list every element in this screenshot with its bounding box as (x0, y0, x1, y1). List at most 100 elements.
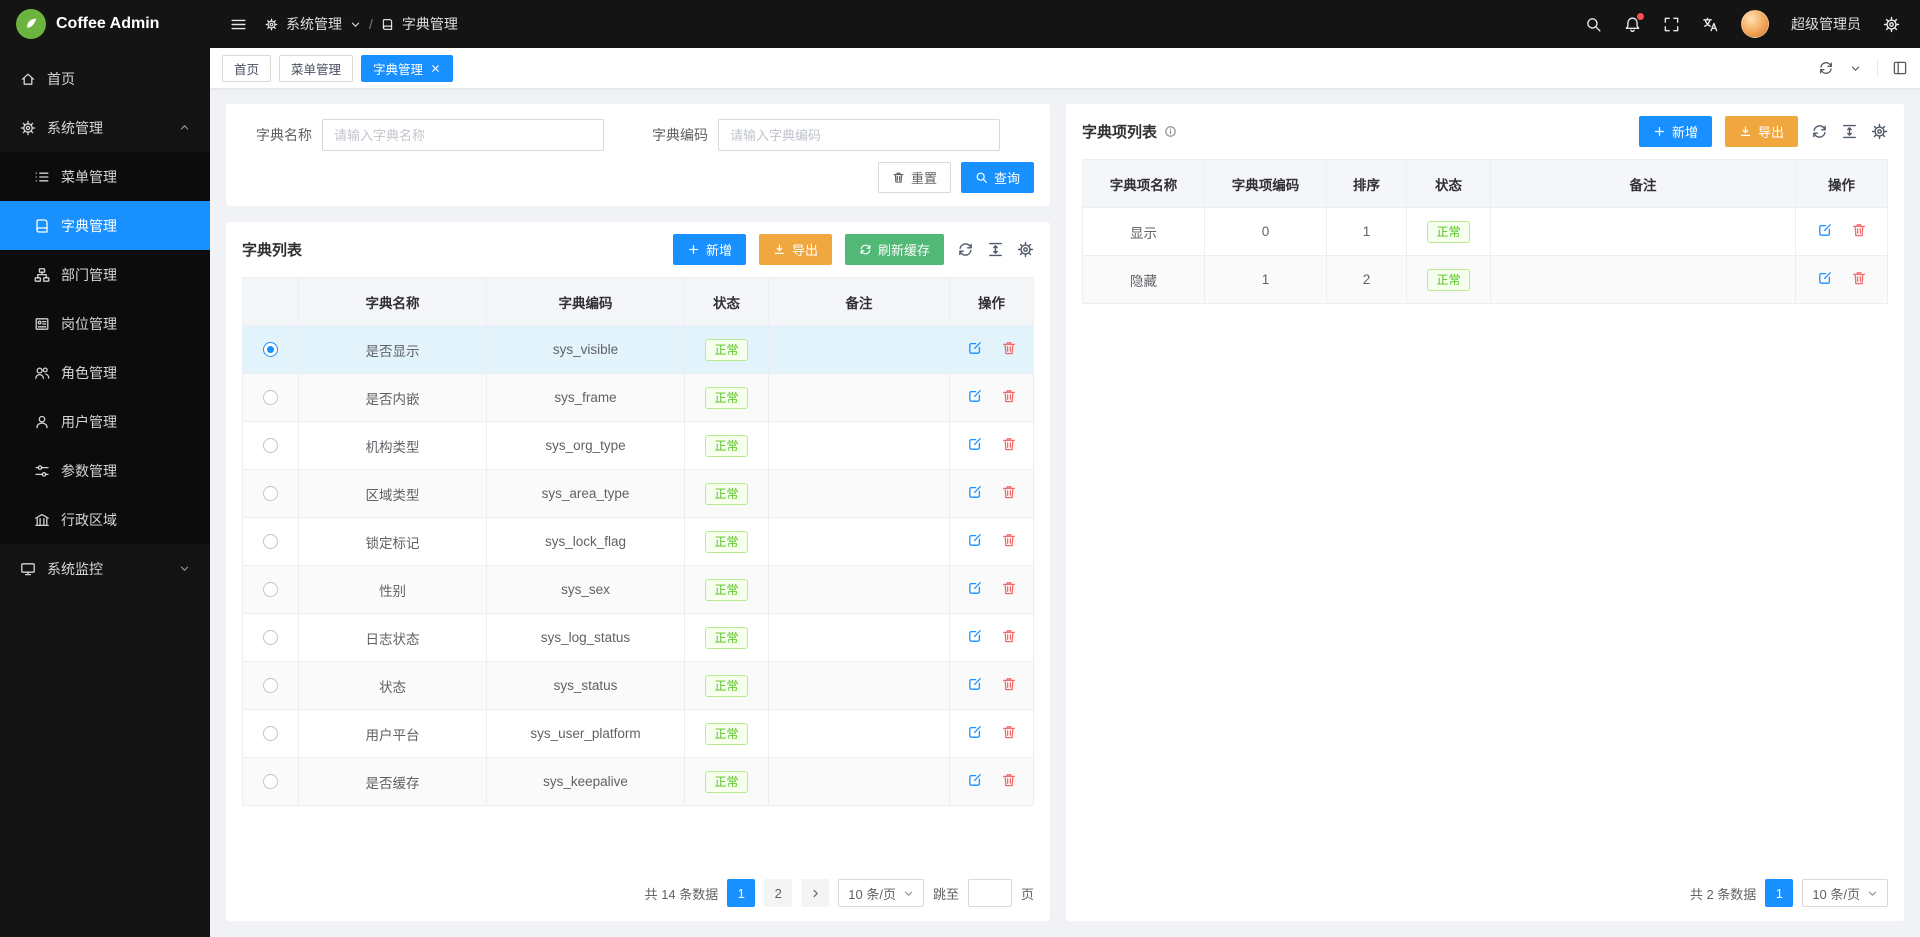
table-row[interactable]: 状态 sys_status 正常 (243, 662, 1034, 710)
sidebar-item-menu-mgmt[interactable]: 菜单管理 (0, 152, 210, 201)
tab-options-chevron-icon[interactable] (1850, 63, 1861, 74)
row-radio[interactable] (263, 390, 278, 405)
page-size-select[interactable]: 10 条/页 (838, 879, 924, 907)
edit-icon[interactable] (967, 724, 983, 743)
refresh-page-icon[interactable] (1818, 60, 1834, 76)
row-height-icon[interactable] (1841, 123, 1858, 140)
edit-icon[interactable] (967, 772, 983, 791)
row-radio[interactable] (263, 774, 278, 789)
delete-icon[interactable] (1851, 270, 1867, 289)
edit-icon[interactable] (967, 388, 983, 407)
row-radio[interactable] (263, 726, 278, 741)
delete-icon[interactable] (1001, 484, 1017, 503)
sidebar-item-home[interactable]: 首页 (0, 54, 210, 103)
delete-icon[interactable] (1001, 436, 1017, 455)
sidebar-item-user-mgmt[interactable]: 用户管理 (0, 397, 210, 446)
row-radio[interactable] (263, 438, 278, 453)
column-header: 操作 (950, 278, 1034, 326)
download-icon (1739, 125, 1752, 138)
refresh-table-icon[interactable] (1811, 123, 1828, 140)
add-dict-button[interactable]: 新增 (673, 234, 746, 265)
item-name-cell: 隐藏 (1083, 256, 1205, 304)
sidebar-item-dept-mgmt[interactable]: 部门管理 (0, 250, 210, 299)
delete-icon[interactable] (1001, 676, 1017, 695)
column-settings-gear-icon[interactable] (1017, 241, 1034, 258)
notifications-bell-icon[interactable] (1624, 16, 1641, 33)
delete-icon[interactable] (1001, 340, 1017, 359)
search-icon[interactable] (1585, 16, 1602, 33)
table-row[interactable]: 是否显示 sys_visible 正常 (243, 326, 1034, 374)
table-row[interactable]: 用户平台 sys_user_platform 正常 (243, 710, 1034, 758)
dict-name-input[interactable] (322, 119, 604, 151)
page-button-2[interactable]: 2 (764, 879, 792, 907)
edit-icon[interactable] (967, 676, 983, 695)
dict-code-input[interactable] (718, 119, 1000, 151)
table-row[interactable]: 日志状态 sys_log_status 正常 (243, 614, 1034, 662)
table-row[interactable]: 锁定标记 sys_lock_flag 正常 (243, 518, 1034, 566)
delete-icon[interactable] (1001, 388, 1017, 407)
table-row[interactable]: 显示 0 1 正常 (1083, 208, 1888, 256)
query-button[interactable]: 查询 (961, 162, 1034, 193)
fullscreen-icon[interactable] (1663, 16, 1680, 33)
tab-menu-mgmt[interactable]: 菜单管理 (279, 55, 353, 82)
table-row[interactable]: 隐藏 1 2 正常 (1083, 256, 1888, 304)
delete-icon[interactable] (1001, 628, 1017, 647)
translate-icon[interactable] (1702, 16, 1719, 33)
settings-gear-icon[interactable] (1883, 16, 1900, 33)
collapse-sidebar-icon[interactable] (230, 16, 247, 33)
reset-button[interactable]: 重置 (878, 162, 951, 193)
refresh-table-icon[interactable] (957, 241, 974, 258)
sidebar-item-role-mgmt[interactable]: 角色管理 (0, 348, 210, 397)
edit-icon[interactable] (967, 532, 983, 551)
edit-icon[interactable] (967, 340, 983, 359)
sidebar-item-param-mgmt[interactable]: 参数管理 (0, 446, 210, 495)
row-radio[interactable] (263, 534, 278, 549)
tab-home[interactable]: 首页 (222, 55, 271, 82)
table-row[interactable]: 区域类型 sys_area_type 正常 (243, 470, 1034, 518)
row-radio[interactable] (263, 342, 278, 357)
layout-toggle-icon[interactable] (1877, 60, 1908, 76)
table-row[interactable]: 是否内嵌 sys_frame 正常 (243, 374, 1034, 422)
sidebar-item-region-mgmt[interactable]: 行政区域 (0, 495, 210, 544)
column-settings-gear-icon[interactable] (1871, 123, 1888, 140)
jump-page-input[interactable] (968, 879, 1012, 907)
edit-icon[interactable] (967, 484, 983, 503)
sidebar-item-dict-mgmt[interactable]: 字典管理 (0, 201, 210, 250)
row-height-icon[interactable] (987, 241, 1004, 258)
edit-icon[interactable] (967, 580, 983, 599)
delete-icon[interactable] (1001, 532, 1017, 551)
delete-icon[interactable] (1001, 580, 1017, 599)
tab-dict-mgmt[interactable]: 字典管理 (361, 55, 453, 82)
current-user-name[interactable]: 超级管理员 (1791, 14, 1861, 34)
refresh-cache-button[interactable]: 刷新缓存 (845, 234, 944, 265)
delete-icon[interactable] (1851, 222, 1867, 241)
edit-icon[interactable] (1817, 270, 1833, 289)
page-size-select[interactable]: 10 条/页 (1802, 879, 1888, 907)
table-row[interactable]: 机构类型 sys_org_type 正常 (243, 422, 1034, 470)
breadcrumb-level1[interactable]: 系统管理 (286, 14, 342, 34)
delete-icon[interactable] (1001, 772, 1017, 791)
dict-items-table: 字典项名称 字典项编码 排序 状态 备注 操作 显示 0 1 (1082, 159, 1888, 304)
table-row[interactable]: 性别 sys_sex 正常 (243, 566, 1034, 614)
next-page-button[interactable] (801, 879, 829, 907)
close-icon[interactable] (430, 63, 441, 74)
page-button-1[interactable]: 1 (1765, 879, 1793, 907)
table-row[interactable]: 是否缓存 sys_keepalive 正常 (243, 758, 1034, 806)
edit-icon[interactable] (967, 436, 983, 455)
export-dict-button[interactable]: 导出 (759, 234, 832, 265)
edit-icon[interactable] (1817, 222, 1833, 241)
row-radio[interactable] (263, 678, 278, 693)
delete-icon[interactable] (1001, 724, 1017, 743)
info-icon[interactable] (1164, 125, 1177, 138)
sidebar-item-system-monitor[interactable]: 系统监控 (0, 544, 210, 593)
add-dict-item-button[interactable]: 新增 (1639, 116, 1712, 147)
row-radio[interactable] (263, 486, 278, 501)
row-radio[interactable] (263, 582, 278, 597)
sidebar-item-system-mgmt[interactable]: 系统管理 (0, 103, 210, 152)
row-radio[interactable] (263, 630, 278, 645)
sidebar-item-post-mgmt[interactable]: 岗位管理 (0, 299, 210, 348)
page-button-1[interactable]: 1 (727, 879, 755, 907)
avatar[interactable] (1741, 10, 1769, 38)
edit-icon[interactable] (967, 628, 983, 647)
export-dict-items-button[interactable]: 导出 (1725, 116, 1798, 147)
